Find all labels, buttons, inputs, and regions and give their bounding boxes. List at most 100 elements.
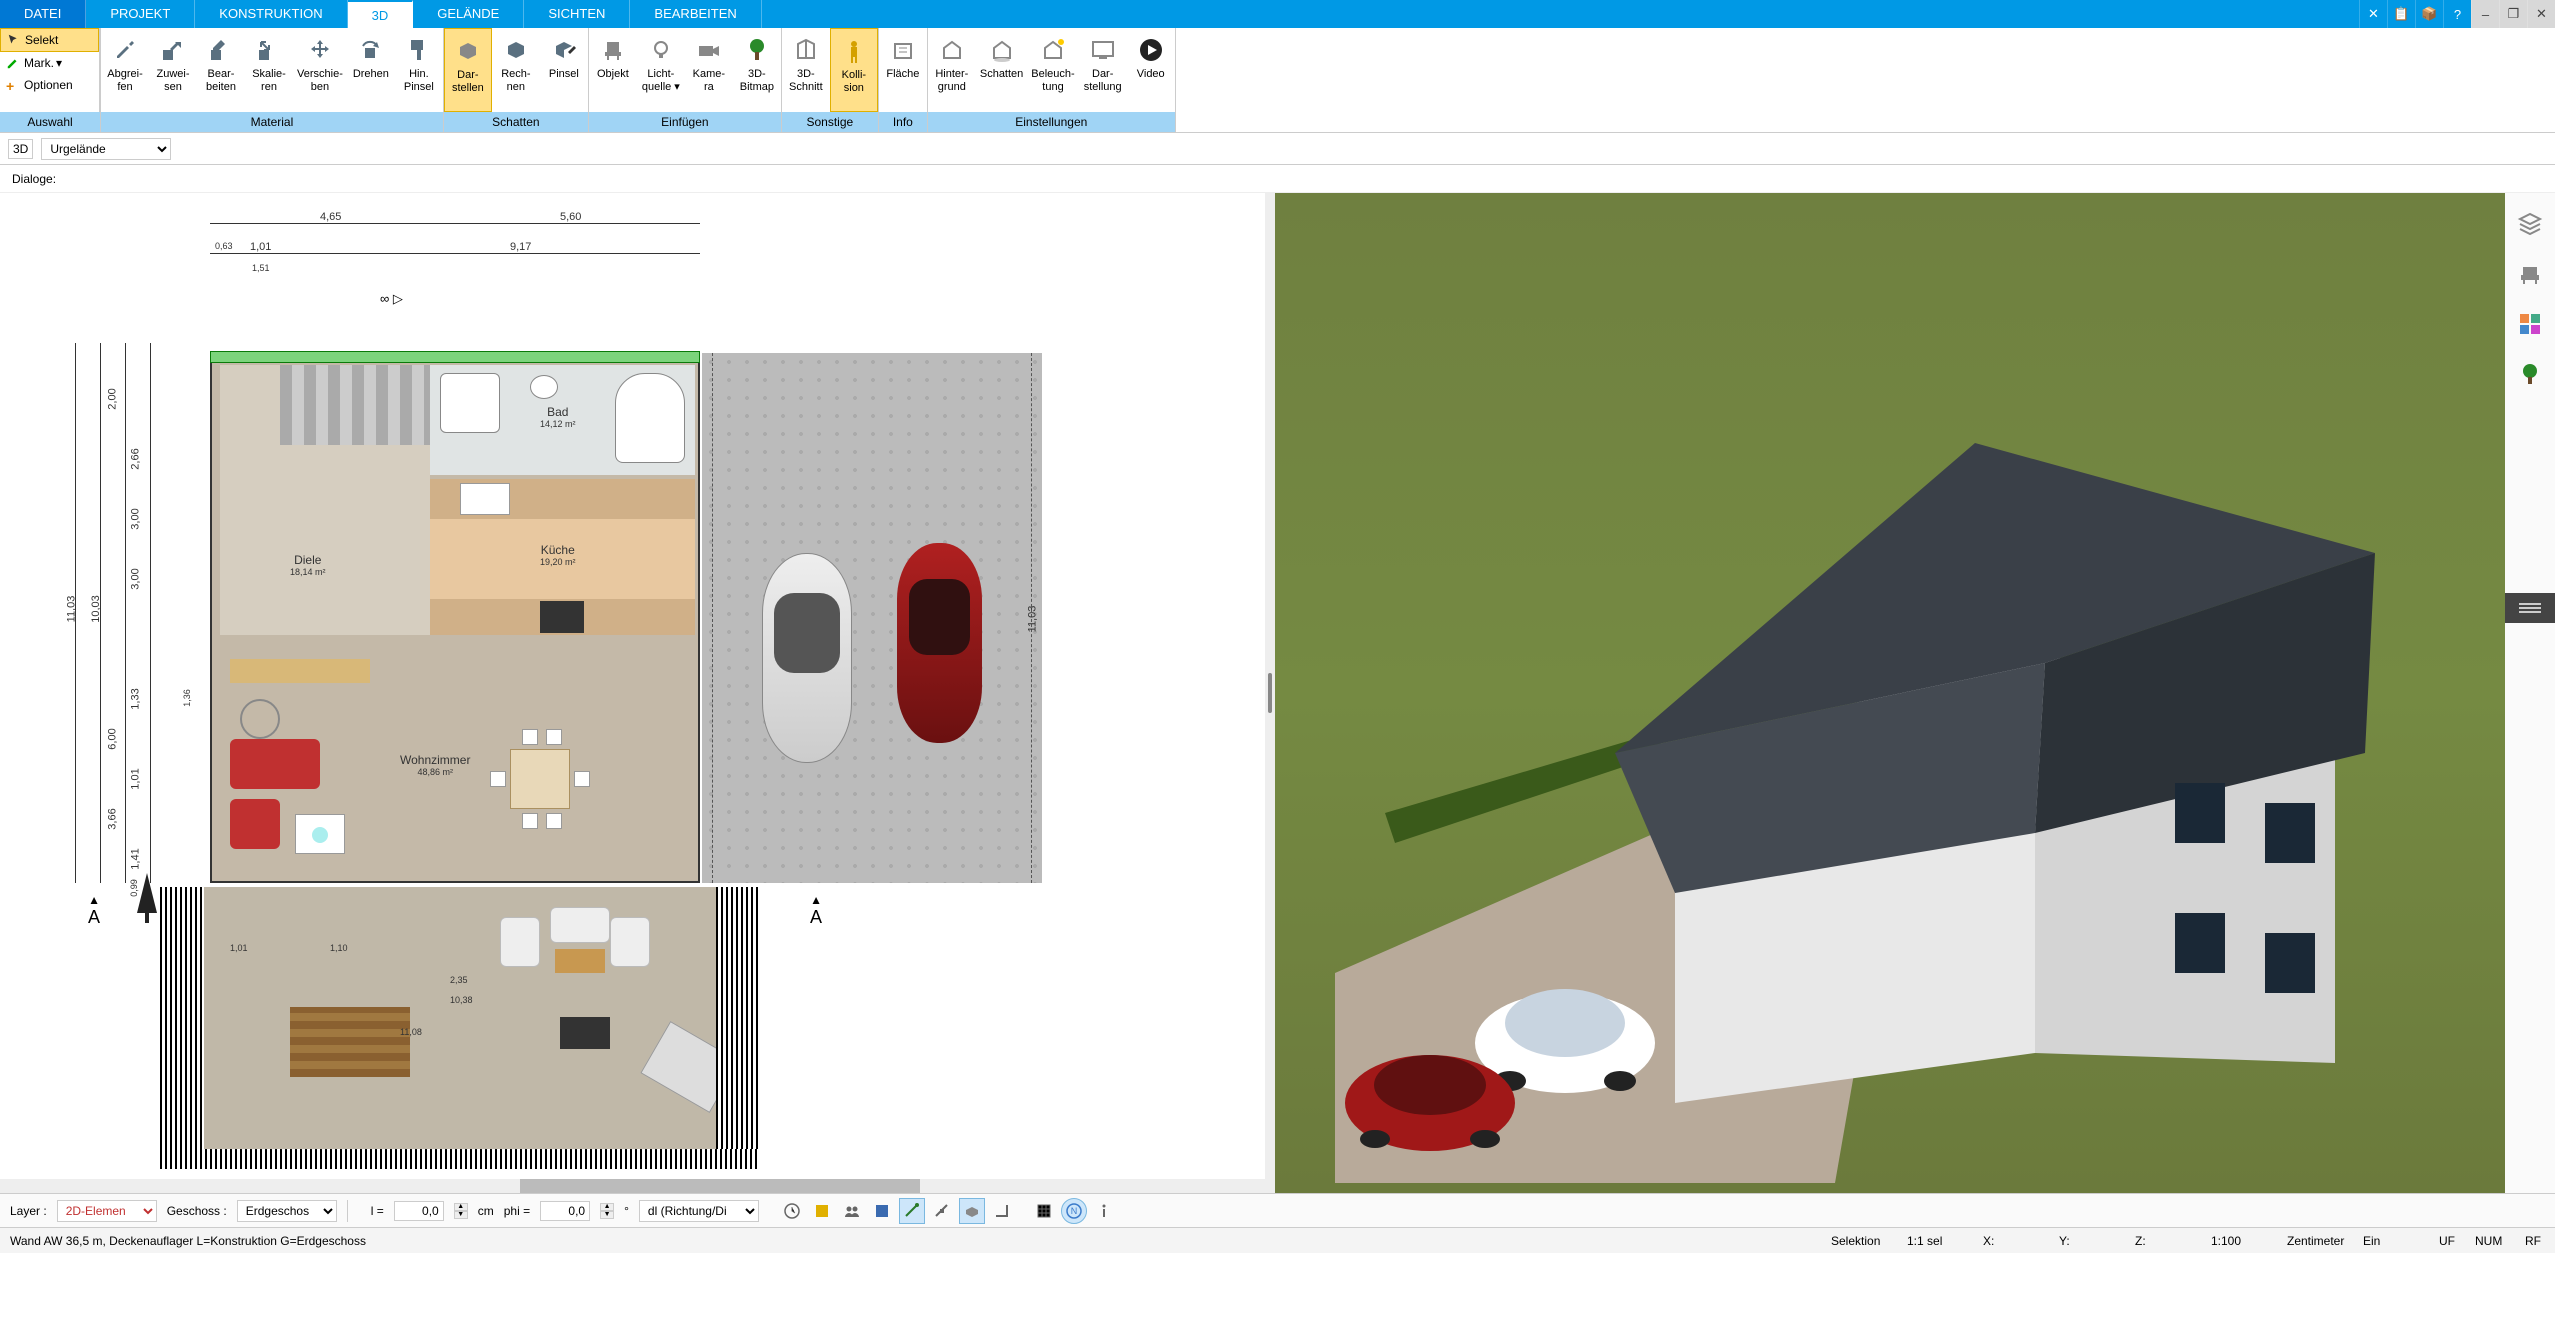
section-icon (790, 34, 822, 66)
btn-zuweisen[interactable]: Zuwei- sen (149, 28, 197, 112)
btn-darstellen[interactable]: Dar- stellen (444, 28, 492, 112)
mark-tool[interactable]: Mark. ▾ (0, 52, 99, 74)
selected-wall[interactable] (210, 351, 700, 363)
clock-icon[interactable] (779, 1198, 805, 1224)
color-icon[interactable] (869, 1198, 895, 1224)
tab-datei[interactable]: DATEI (0, 0, 86, 28)
snap-endpoint-icon[interactable] (899, 1198, 925, 1224)
geschoss-dropdown[interactable]: Erdgeschos (237, 1200, 337, 1222)
cube-brush-icon (548, 34, 580, 66)
btn-drehen[interactable]: Drehen (347, 28, 395, 112)
btn-verschieben[interactable]: Verschie- ben (293, 28, 347, 112)
btn-hintergrund[interactable]: Hinter- grund (928, 28, 976, 112)
dim-mid-2: 9,17 (510, 241, 531, 253)
tab-gelaende[interactable]: GELÄNDE (413, 0, 524, 28)
btn-schatten2[interactable]: Schatten (976, 28, 1027, 112)
edit-icon (205, 34, 237, 66)
phi-spinner[interactable]: ▲▼ (600, 1203, 614, 1219)
material-palette-icon[interactable] (2515, 309, 2545, 339)
tab-3d[interactable]: 3D (348, 0, 414, 28)
tab-konstruktion[interactable]: KONSTRUKTION (195, 0, 347, 28)
selekt-tool[interactable]: Selekt (0, 28, 99, 52)
btn-darstellung[interactable]: Dar- stellung (1079, 28, 1127, 112)
l-input[interactable] (394, 1201, 444, 1221)
group-label-auswahl: Auswahl (0, 112, 100, 132)
stairs (280, 365, 430, 445)
btn-pinsel[interactable]: Pinsel (540, 28, 588, 112)
layer-select[interactable]: Urgelände (41, 138, 171, 160)
grid-icon[interactable] (1031, 1198, 1057, 1224)
btn-objekt[interactable]: Objekt (589, 28, 637, 112)
view-mode-field[interactable]: 3D (8, 139, 33, 159)
maximize-button[interactable]: ❐ (2499, 0, 2527, 28)
car-white (762, 553, 852, 763)
hscrollbar-2d[interactable] (0, 1179, 1265, 1193)
snap-face-icon[interactable] (959, 1198, 985, 1224)
btn-bearbeiten[interactable]: Bear- beiten (197, 28, 245, 112)
side-drawer-handle[interactable] (2505, 593, 2555, 623)
close-button[interactable]: ✕ (2527, 0, 2555, 28)
tab-projekt[interactable]: PROJEKT (86, 0, 195, 28)
status-num: NUM (2475, 1234, 2509, 1248)
gdim-3: 10,38 (450, 995, 473, 1005)
snap-mid-icon[interactable] (929, 1198, 955, 1224)
ribbon-group-auswahl: Selekt Mark. ▾ + Optionen Auswahl (0, 28, 101, 132)
sink (460, 483, 510, 515)
coffee-table (295, 814, 345, 854)
status-message: Wand AW 36,5 m, Deckenauflager L=Konstru… (10, 1234, 366, 1248)
furniture-palette-icon[interactable] (2515, 259, 2545, 289)
btn-schnitt[interactable]: 3D- Schnitt (782, 28, 830, 112)
view-splitter[interactable] (1265, 193, 1275, 1193)
btn-lichtquelle[interactable]: Licht- quelle ▾ (637, 28, 685, 112)
lbl-schatten2: Schatten (980, 68, 1023, 81)
layer-dropdown[interactable]: 2D-Elemen (57, 1200, 157, 1222)
rug (240, 699, 280, 739)
ribbon-group-schatten: Dar- stellen Rech- nen Pinsel Schatten (444, 28, 589, 132)
btn-abgreifen[interactable]: Abgrei- fen (101, 28, 149, 112)
layers-icon-2[interactable] (809, 1198, 835, 1224)
lbl-bearbeiten: Bear- beiten (206, 68, 236, 94)
snap-perp-icon[interactable] (989, 1198, 1015, 1224)
optionen-tool[interactable]: + Optionen (0, 74, 99, 96)
view-3d-canvas[interactable] (1275, 193, 2505, 1193)
btn-flaeche[interactable]: Fläche (879, 28, 927, 112)
lbl-objekt: Objekt (597, 68, 629, 81)
phi-unit: ° (624, 1204, 629, 1218)
title-icon-3[interactable]: 📦 (2415, 0, 2443, 28)
phi-input[interactable] (540, 1201, 590, 1221)
tab-sichten[interactable]: SICHTEN (524, 0, 630, 28)
plant-palette-icon[interactable] (2515, 359, 2545, 389)
btn-kamera[interactable]: Kame- ra (685, 28, 733, 112)
cube-calc-icon (500, 34, 532, 66)
minimize-button[interactable]: – (2471, 0, 2499, 28)
l-spinner[interactable]: ▲▼ (454, 1203, 468, 1219)
lbl-verschieben: Verschie- ben (297, 68, 343, 94)
info-icon[interactable] (1091, 1198, 1117, 1224)
btn-rechnen[interactable]: Rech- nen (492, 28, 540, 112)
dim-mid-4: 0,63 (215, 241, 233, 251)
lbl-darstellen: Dar- stellen (452, 69, 484, 95)
layers-icon[interactable] (2515, 209, 2545, 239)
help-icon[interactable]: ? (2443, 0, 2471, 28)
btn-skalieren[interactable]: Skalie- ren (245, 28, 293, 112)
hscroll-thumb[interactable] (520, 1179, 920, 1193)
north-icon[interactable]: N (1061, 1198, 1087, 1224)
view-2d-canvas[interactable]: 4,65 5,60 1,01 9,17 1,51 0,63 ∞ ▷ 2,00 2… (0, 193, 1265, 1193)
btn-beleuchtung[interactable]: Beleuch- tung (1027, 28, 1078, 112)
snap-dropdown[interactable]: dl (Richtung/Di (639, 1200, 759, 1222)
btn-bitmap[interactable]: 3D- Bitmap (733, 28, 781, 112)
grill (560, 1017, 610, 1049)
btn-video[interactable]: Video (1127, 28, 1175, 112)
lbl-hinpinsel: Hin. Pinsel (404, 68, 434, 94)
tab-bearbeiten[interactable]: BEARBEITEN (630, 0, 761, 28)
title-icon-1[interactable]: ✕ (2359, 0, 2387, 28)
vdim-6: 1,36 (182, 689, 192, 707)
lbl-kollision: Kolli- sion (842, 69, 866, 95)
title-icon-2[interactable]: 📋 (2387, 0, 2415, 28)
btn-hinpinsel[interactable]: Hin. Pinsel (395, 28, 443, 112)
dialog-bar: Dialoge: (0, 165, 2555, 193)
tree-icon (741, 34, 773, 66)
mark-label: Mark. (24, 56, 54, 70)
btn-kollision[interactable]: Kolli- sion (830, 28, 878, 112)
group-icon[interactable] (839, 1198, 865, 1224)
